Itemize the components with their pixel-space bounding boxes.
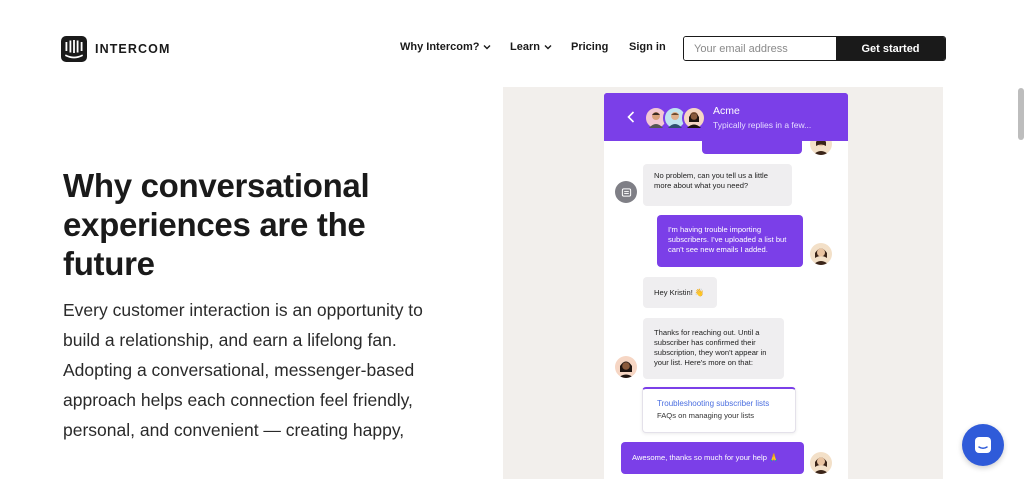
nav-sign-in-label: Sign in (629, 41, 666, 53)
article-card[interactable]: Troubleshooting subscriber lists FAQs on… (642, 387, 796, 433)
user-avatar (810, 243, 832, 265)
message-bubble-user: I'm having trouble importing subscribers… (657, 215, 803, 267)
message-bubble-agent: Hey Kristin! 👋 (643, 277, 717, 308)
message-bubble-user: Awesome, thanks so much for your help 🙏 (621, 442, 804, 474)
chevron-down-icon (544, 45, 552, 50)
chat-icon (975, 437, 991, 453)
email-signup-form: Get started (683, 36, 946, 61)
chevron-down-icon (483, 45, 491, 50)
message-bubble-agent: Thanks for reaching out. Until a subscri… (643, 318, 784, 379)
brand-name: INTERCOM (95, 42, 171, 56)
bot-icon (621, 187, 631, 197)
page-scrollbar[interactable] (1018, 88, 1024, 140)
email-input[interactable] (684, 37, 836, 60)
intercom-logo[interactable]: INTERCOM (61, 36, 170, 62)
user-avatar (810, 452, 832, 474)
article-title[interactable]: Troubleshooting subscriber lists (657, 399, 795, 408)
chevron-left-icon (627, 111, 635, 123)
messenger-launcher-button[interactable] (962, 424, 1004, 466)
message-bubble-agent: No problem, can you tell us a little mor… (643, 164, 792, 206)
nav-why-intercom[interactable]: Why Intercom? (400, 41, 491, 53)
hero-title: Why conversational experiences are the f… (63, 167, 370, 282)
nav-pricing-label: Pricing (571, 41, 609, 53)
messenger-header: Acme Typically replies in a few... (604, 93, 848, 141)
nav-why-intercom-label: Why Intercom? (400, 41, 480, 53)
bot-avatar (615, 181, 637, 203)
team-name: Acme (713, 105, 740, 117)
nav-learn-label: Learn (510, 41, 540, 53)
nav-pricing[interactable]: Pricing (571, 41, 608, 53)
nav-sign-in[interactable]: Sign in (629, 41, 666, 53)
article-subtitle: FAQs on managing your lists (657, 411, 755, 420)
get-started-button[interactable]: Get started (836, 37, 945, 60)
nav-learn[interactable]: Learn (510, 41, 552, 53)
agent-avatar (615, 356, 637, 378)
reply-time: Typically replies in a few... (713, 120, 812, 130)
intercom-logo-icon (61, 36, 87, 62)
team-avatar (682, 106, 706, 130)
hero-body: Every customer interaction is an opportu… (63, 300, 423, 440)
